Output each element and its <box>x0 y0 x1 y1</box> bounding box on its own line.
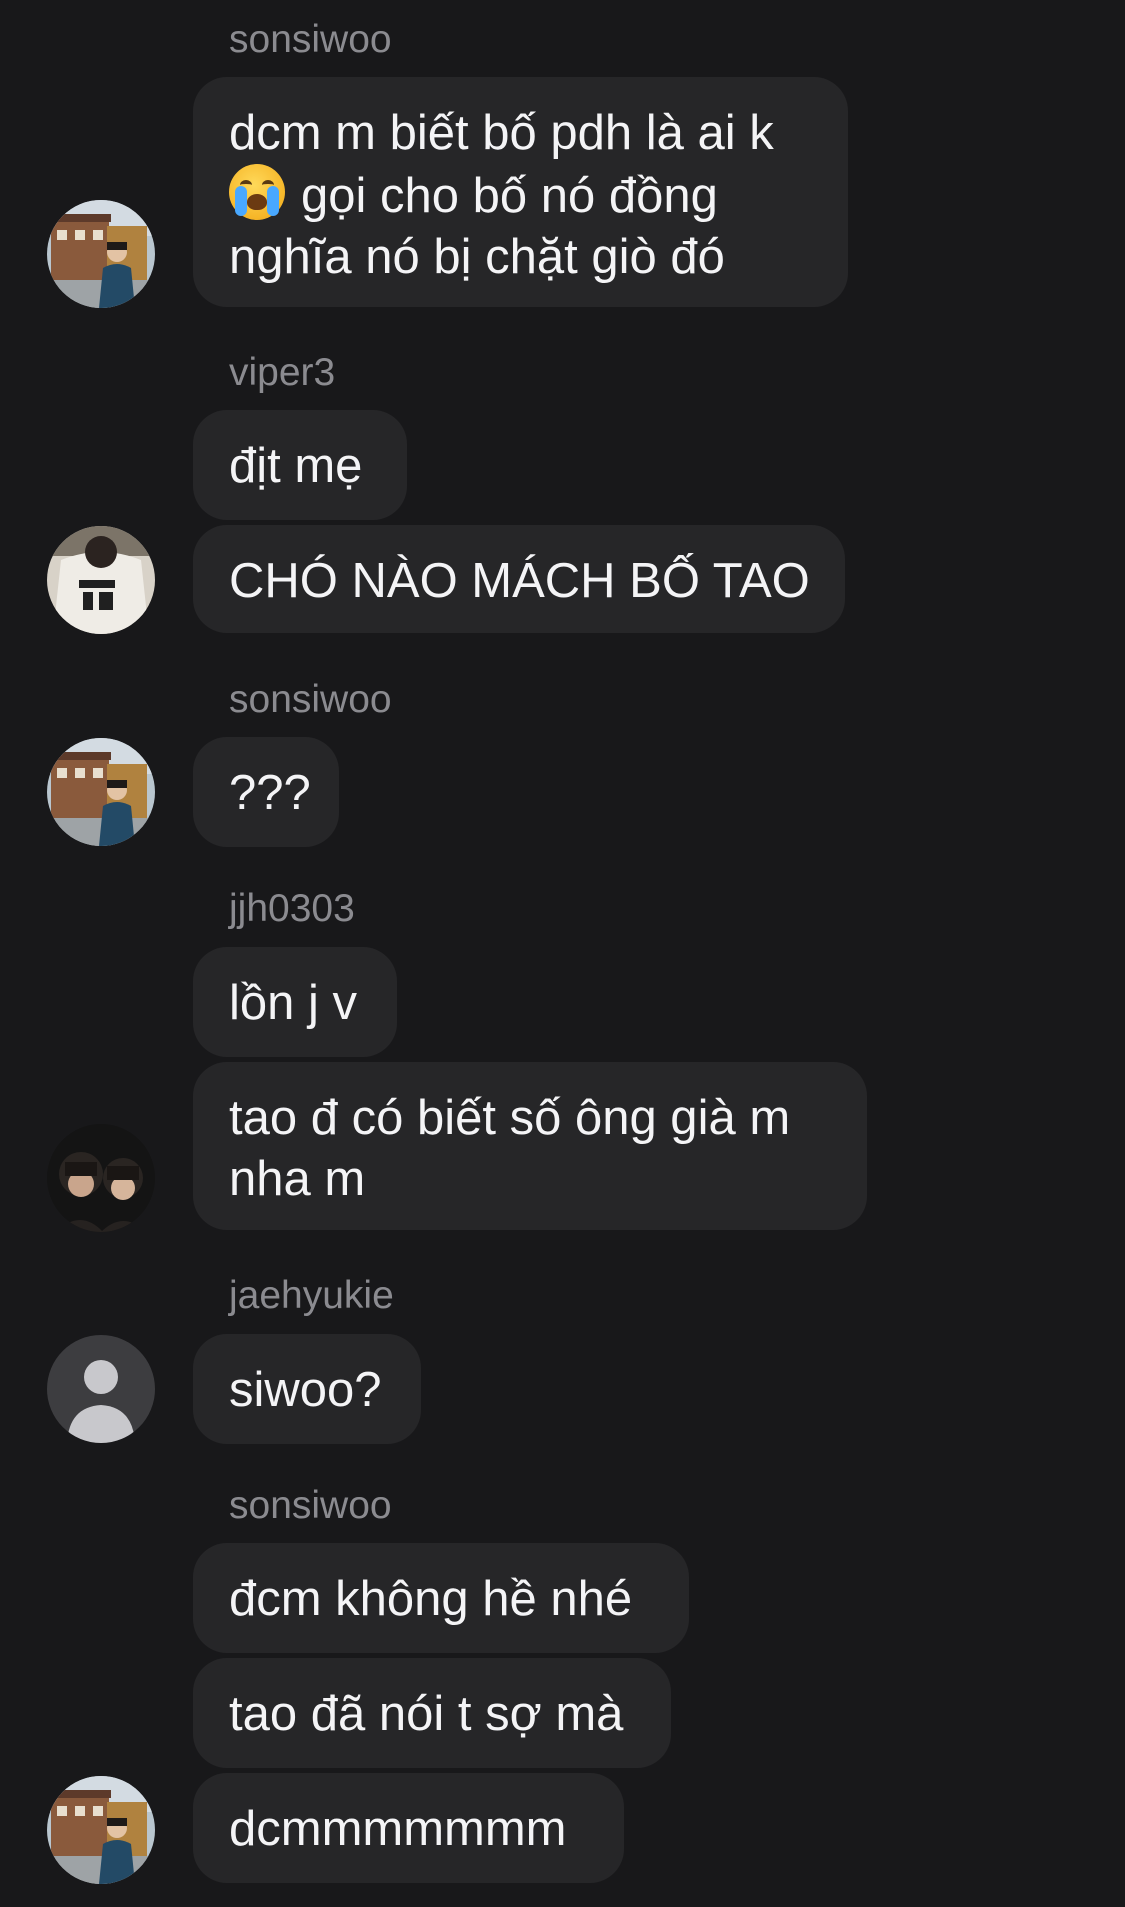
message-bubble[interactable]: ??? <box>193 737 339 847</box>
message-bubble[interactable]: đcm không hề nhé <box>193 1543 689 1653</box>
avatar[interactable] <box>47 1124 155 1232</box>
sender-name: jjh0303 <box>229 887 355 930</box>
message-text: nha m <box>229 1152 366 1206</box>
message-bubble[interactable]: CHÓ NÀO MÁCH BỐ TAO <box>193 525 845 633</box>
avatar[interactable] <box>47 738 155 846</box>
message-text: địt mẹ <box>229 439 363 493</box>
chat-thread: sonsiwoo dcm m biết bố pdh là ai k gọi c… <box>0 0 1125 1907</box>
message-text: tao đã nói t sợ mà <box>229 1687 624 1741</box>
avatar[interactable] <box>47 526 155 634</box>
message-bubble[interactable]: địt mẹ <box>193 410 407 520</box>
message-bubble[interactable]: tao đ có biết số ông già m nha m <box>193 1062 867 1230</box>
sender-name: viper3 <box>229 351 336 394</box>
message-text: CHÓ NÀO MÁCH BỐ TAO <box>229 554 810 608</box>
avatar[interactable] <box>47 1776 155 1884</box>
message-bubble[interactable]: siwoo? <box>193 1334 421 1444</box>
message-text: gọi cho bố nó đồng <box>301 169 718 223</box>
message-text: ??? <box>229 766 311 820</box>
message-text: đcm không hề nhé <box>229 1572 633 1626</box>
message-bubble[interactable]: dcm m biết bố pdh là ai k gọi cho bố nó … <box>193 77 848 307</box>
default-user-icon[interactable] <box>47 1335 155 1443</box>
message-text: dcm m biết bố pdh là ai k <box>229 106 774 160</box>
message-bubble[interactable]: tao đã nói t sợ mà <box>193 1658 671 1768</box>
sender-name: sonsiwoo <box>229 678 392 721</box>
message-text: siwoo? <box>229 1363 382 1417</box>
message-bubble[interactable]: dcmmmmmmm <box>193 1773 624 1883</box>
loudly-crying-face-emoji <box>229 164 285 220</box>
message-text: dcmmmmmmm <box>229 1802 567 1856</box>
message-bubble[interactable]: lồn j v <box>193 947 397 1057</box>
sender-name: sonsiwoo <box>229 1484 392 1527</box>
message-text: lồn j v <box>229 976 358 1030</box>
sender-name: jaehyukie <box>229 1274 394 1317</box>
message-text: tao đ có biết số ông già m <box>229 1091 791 1145</box>
sender-name: sonsiwoo <box>229 18 392 61</box>
message-text: nghĩa nó bị chặt giò đó <box>229 230 725 284</box>
avatar[interactable] <box>47 200 155 308</box>
